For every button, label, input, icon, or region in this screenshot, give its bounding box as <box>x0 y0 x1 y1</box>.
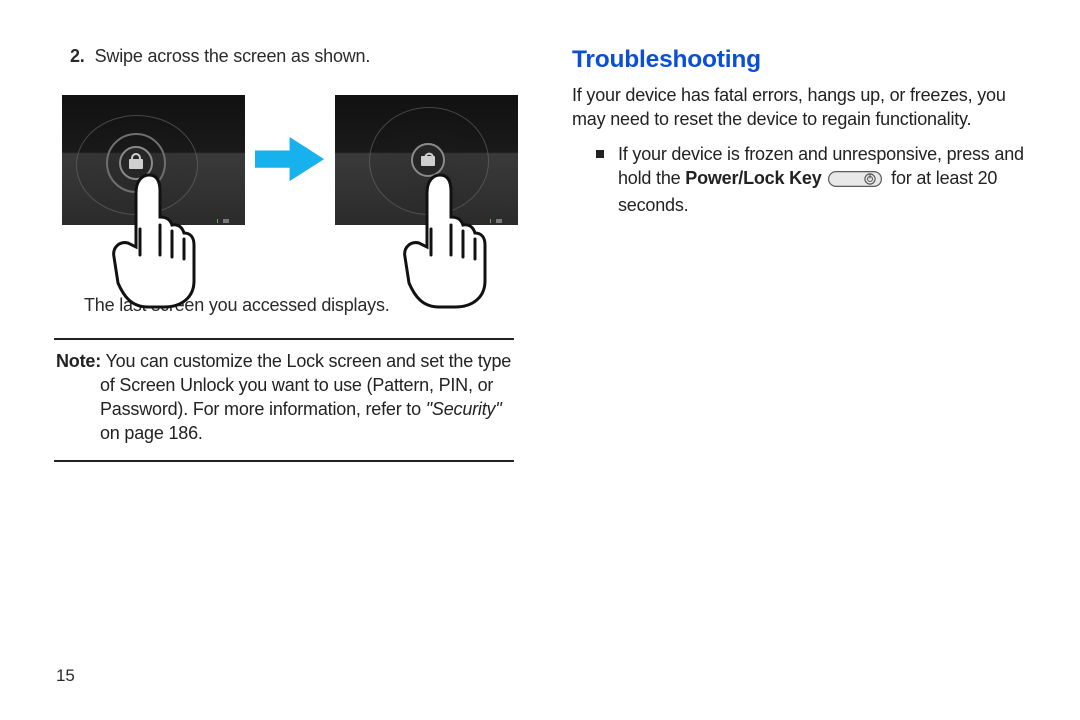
step-text: Swipe across the screen as shown. <box>95 46 371 66</box>
page-number: 15 <box>56 666 75 686</box>
section-heading: Troubleshooting <box>572 46 1034 74</box>
arrow-right-icon <box>255 137 324 183</box>
lockscreen-before <box>62 95 245 225</box>
step-number: 2. <box>70 46 85 66</box>
pointing-hand-icon <box>108 169 204 309</box>
note-text: Note: You can customize the Lock screen … <box>56 350 512 446</box>
square-bullet-icon <box>596 150 604 158</box>
lockscreen-after <box>335 95 518 225</box>
bullet-text: If your device is frozen and unresponsiv… <box>618 143 1034 217</box>
lock-open-icon <box>421 150 435 166</box>
pointing-hand-icon <box>399 169 495 309</box>
note-ref: "Security" <box>426 399 502 419</box>
power-lock-key-icon <box>828 170 882 194</box>
step-line: 2. Swipe across the screen as shown. <box>56 46 518 67</box>
note-block: Note: You can customize the Lock screen … <box>54 338 514 462</box>
manual-page: 2. Swipe across the screen as shown. <box>0 0 1080 720</box>
two-column-layout: 2. Swipe across the screen as shown. <box>56 46 1036 462</box>
bullet-item: If your device is frozen and unresponsiv… <box>596 143 1034 217</box>
power-lock-key-label: Power/Lock Key <box>685 168 821 188</box>
note-label: Note: <box>56 351 101 371</box>
swipe-figure <box>62 95 518 225</box>
section-intro: If your device has fatal errors, hangs u… <box>572 84 1034 131</box>
left-column: 2. Swipe across the screen as shown. <box>56 46 518 462</box>
lock-closed-icon <box>129 153 143 169</box>
note-body-post: on page 186. <box>100 423 203 443</box>
right-column: Troubleshooting If your device has fatal… <box>572 46 1034 462</box>
